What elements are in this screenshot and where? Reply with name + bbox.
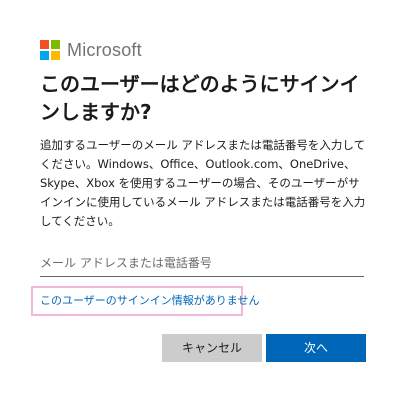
microsoft-logo-icon [40, 40, 60, 60]
page-title: このユーザーはどのようにサインインしますか? [40, 72, 360, 124]
no-signin-info-link[interactable]: このユーザーのサインイン情報がありません [40, 293, 259, 309]
microsoft-brand: Microsoft [40, 40, 142, 60]
logo-blue-square [40, 51, 49, 60]
instructions-text: 追加するユーザーのメール アドレスまたは電話番号を入力してください。Window… [40, 138, 366, 228]
logo-green-square [51, 40, 60, 49]
logo-yellow-square [51, 51, 60, 60]
next-button[interactable]: 次へ [266, 334, 366, 362]
brand-name: Microsoft [67, 40, 142, 60]
logo-red-square [40, 40, 49, 49]
cancel-button[interactable]: キャンセル [162, 334, 262, 362]
email-or-phone-input[interactable] [40, 250, 364, 277]
add-user-dialog: Microsoft このユーザーはどのようにサインインしますか? 追加するユーザ… [0, 0, 400, 400]
